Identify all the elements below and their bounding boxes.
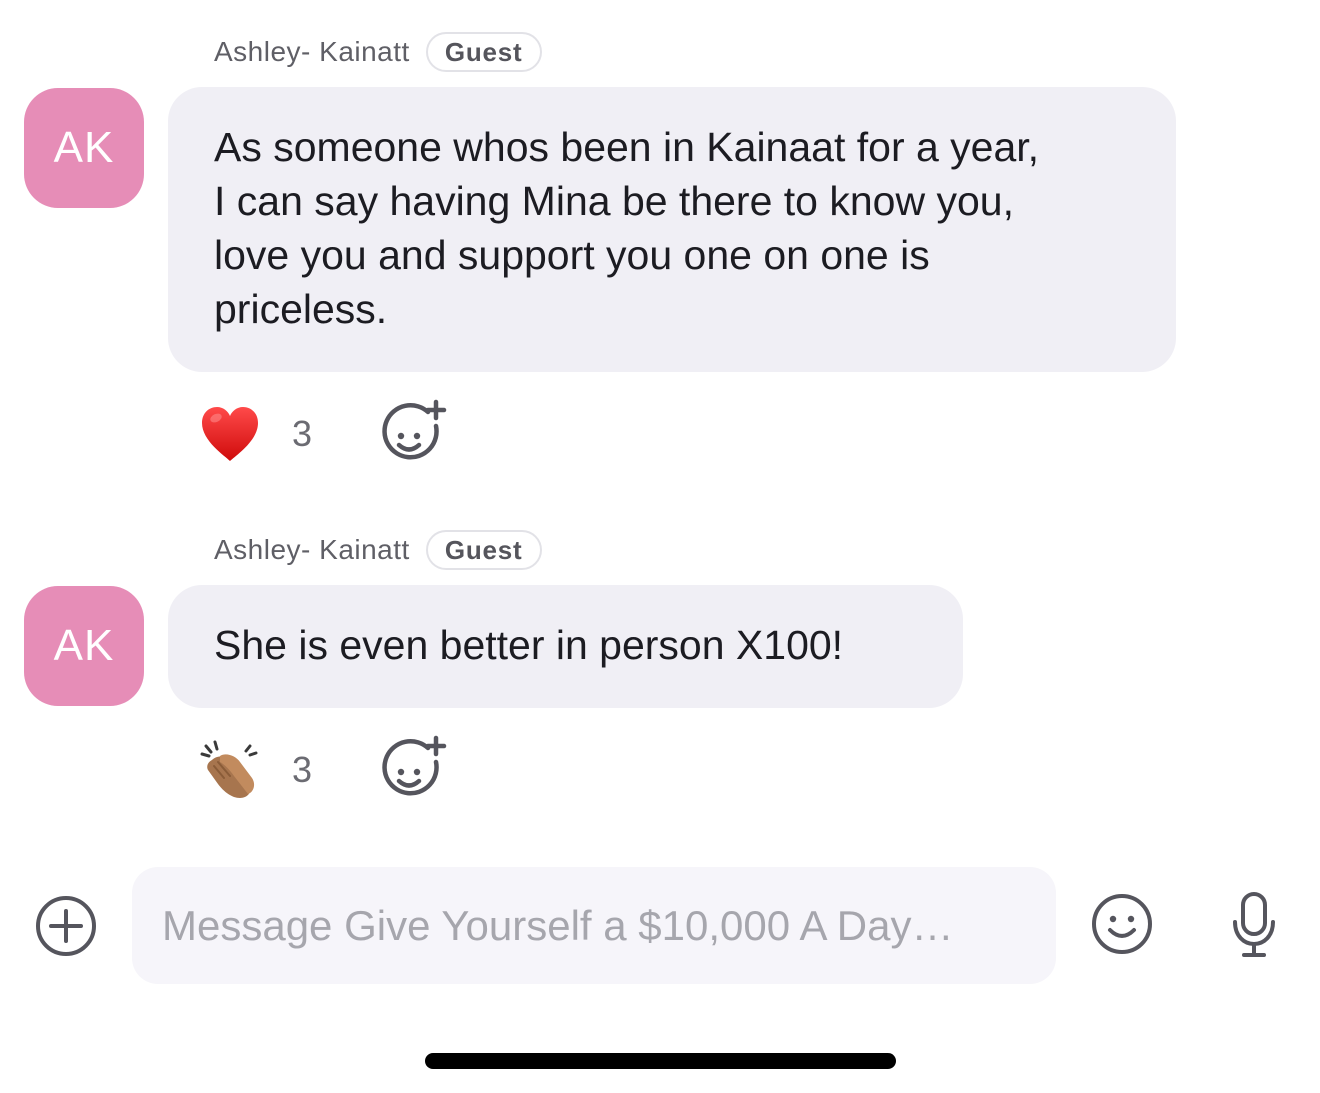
- clapping-hands-icon: [200, 740, 258, 798]
- sender-name[interactable]: Ashley- Kainatt: [214, 534, 410, 566]
- message-text-line: She is even better in person X100!: [214, 622, 844, 668]
- message-bubble[interactable]: She is even better in person X100!: [168, 585, 963, 708]
- message-header: Ashley- Kainatt Guest: [214, 30, 542, 74]
- reactions-bar: 3: [196, 398, 452, 470]
- message-text-line: I can say having Mina be there to know y…: [214, 178, 1014, 224]
- heart-icon: [202, 407, 258, 461]
- home-indicator: [425, 1053, 896, 1069]
- emoji-button[interactable]: [1090, 892, 1154, 956]
- guest-badge: Guest: [425, 32, 542, 72]
- add-emoji-icon: [382, 735, 447, 796]
- reactions-bar: 3: [196, 734, 452, 806]
- microphone-icon: [1233, 892, 1275, 957]
- reaction-count: 3: [292, 413, 313, 454]
- message-header: Ashley- Kainatt Guest: [214, 528, 542, 572]
- heart-reaction[interactable]: [196, 400, 264, 468]
- guest-badge: Guest: [425, 530, 542, 570]
- sender-name[interactable]: Ashley- Kainatt: [214, 36, 410, 68]
- message-bubble[interactable]: As someone whos been in Kainaat for a ye…: [168, 87, 1176, 372]
- clapping-hands-reaction[interactable]: [196, 736, 264, 804]
- voice-message-button[interactable]: [1224, 890, 1284, 960]
- avatar[interactable]: AK: [24, 586, 144, 706]
- add-reaction-button[interactable]: [380, 398, 452, 470]
- plus-circle-icon: [36, 896, 96, 956]
- message-input[interactable]: Message Give Yourself a $10,000 A Day…: [132, 867, 1056, 984]
- attach-button[interactable]: [34, 894, 98, 958]
- add-reaction-button[interactable]: [380, 734, 452, 806]
- add-emoji-icon: [382, 399, 447, 460]
- avatar[interactable]: AK: [24, 88, 144, 208]
- smiley-icon: [1092, 894, 1152, 954]
- message-input-placeholder: Message Give Yourself a $10,000 A Day…: [162, 901, 954, 949]
- message-text-line: priceless.: [214, 286, 388, 332]
- message-text-line: love you and support you one on one is: [214, 232, 930, 278]
- reaction-count: 3: [292, 749, 313, 790]
- message-text-line: As someone whos been in Kainaat for a ye…: [214, 124, 1040, 170]
